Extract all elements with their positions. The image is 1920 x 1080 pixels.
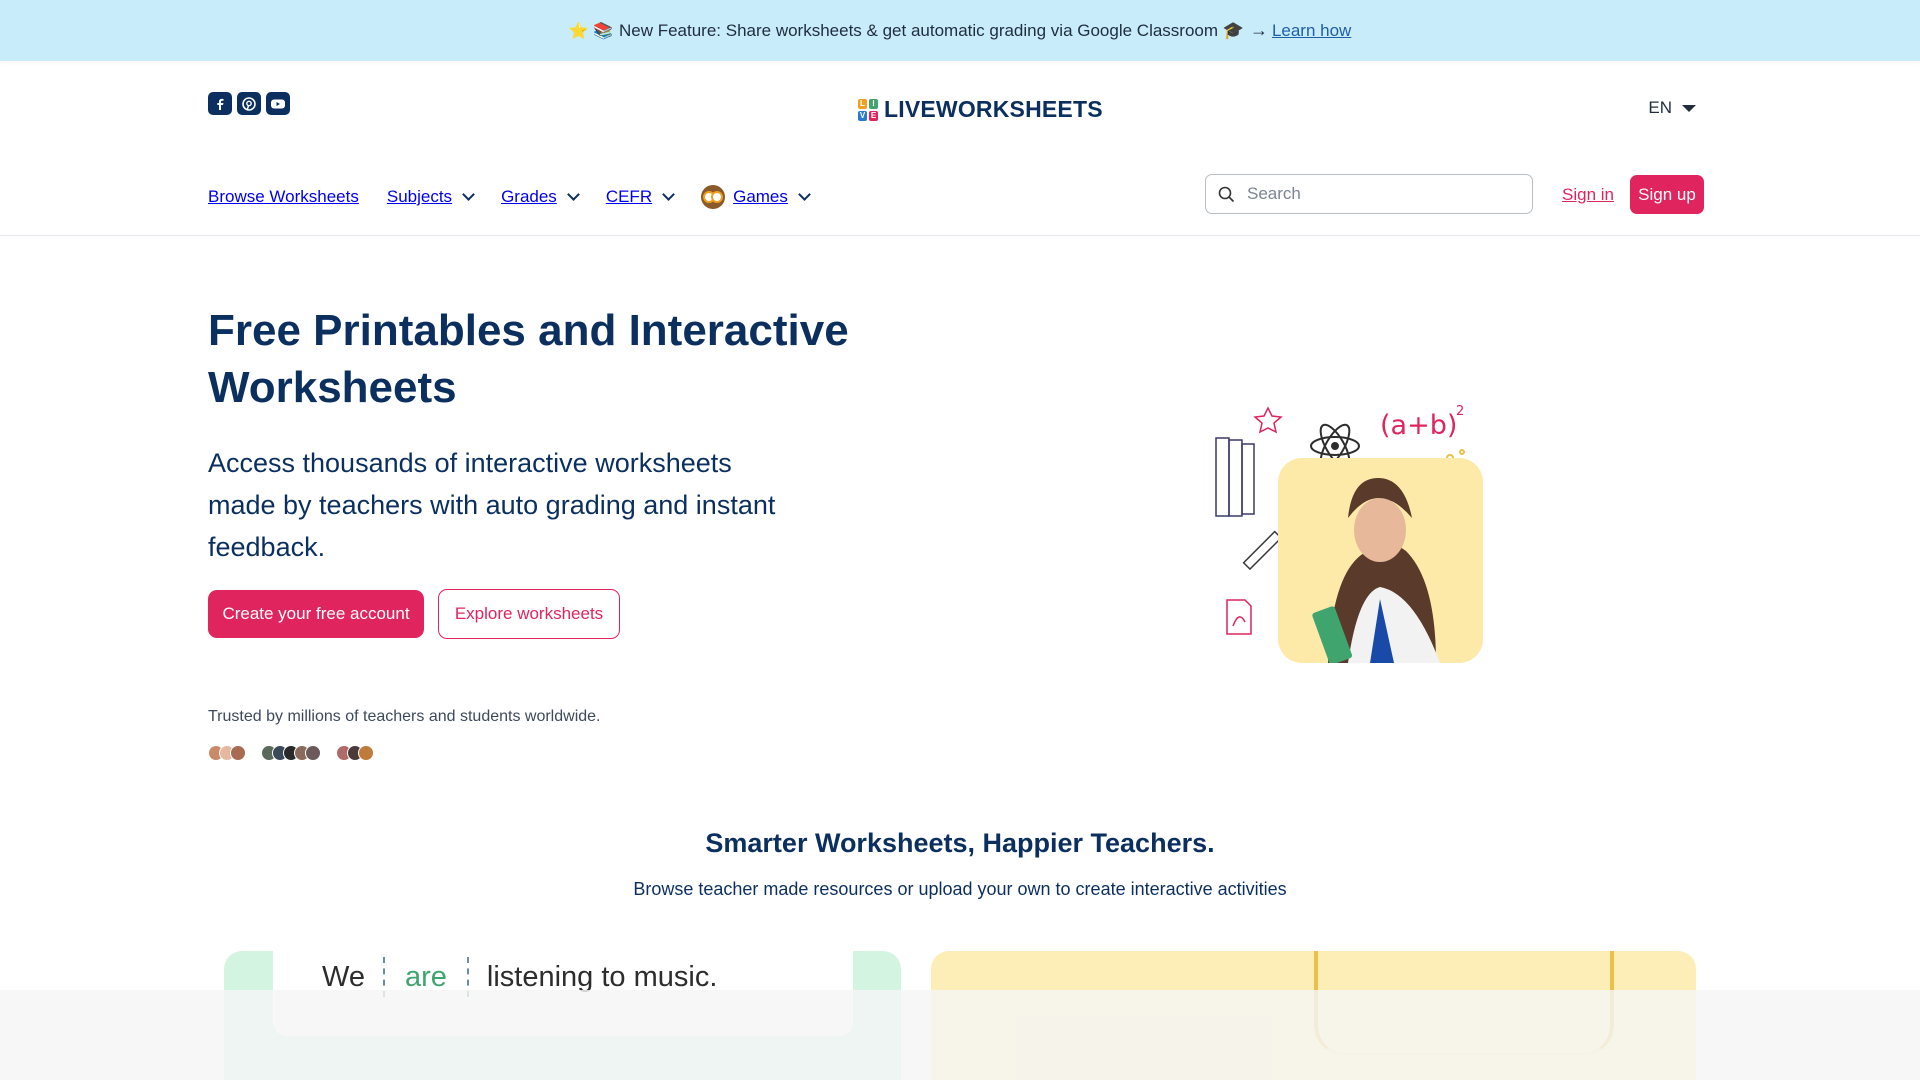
pdf-icon (1226, 599, 1252, 635)
nav-subjects[interactable]: Subjects (387, 187, 475, 207)
facebook-icon[interactable] (208, 92, 232, 115)
hero-illustration: (a+b) 2 (1210, 398, 1483, 663)
sentence-start: We (322, 960, 365, 993)
learn-how-link[interactable]: Learn how (1272, 21, 1351, 41)
banner-text: New Feature: Share worksheets & get auto… (618, 20, 1244, 40)
logo-grid-icon: L I V E (858, 98, 878, 121)
nav-browse-worksheets[interactable]: Browse Worksheets (208, 187, 359, 207)
avatar (230, 745, 246, 761)
pinterest-icon[interactable] (237, 92, 261, 115)
language-label: EN (1648, 98, 1672, 117)
site-logo[interactable]: L I V E LIVEWORKSHEETS (858, 96, 1103, 123)
star-books-icon: ⭐ 📚 (568, 22, 613, 40)
avatar-row (208, 745, 374, 761)
search-icon (1218, 186, 1235, 202)
social-links (208, 92, 290, 115)
create-account-button[interactable]: Create your free account (208, 590, 424, 638)
nav-games[interactable]: Games (701, 185, 811, 209)
avatar-group (336, 745, 374, 761)
formula-exponent: 2 (1456, 404, 1464, 419)
section-title: Smarter Worksheets, Happier Teachers. (705, 828, 1215, 858)
chevron-down-icon (662, 188, 675, 201)
avatar (305, 745, 321, 761)
caret-down-icon (1682, 104, 1696, 112)
bottom-overlay (0, 990, 1920, 1080)
formula-text: (a+b) (1380, 410, 1457, 441)
announcement-banner: ⭐ 📚 New Feature: Share worksheets & get … (0, 0, 1920, 61)
section-subtitle: Browse teacher made resources or upload … (633, 879, 1287, 899)
language-selector[interactable]: EN (1648, 98, 1696, 118)
sign-in-link[interactable]: Sign in (1562, 185, 1614, 205)
youtube-icon[interactable] (266, 92, 290, 115)
owl-icon (701, 185, 726, 209)
hero-title: Free Printables and Interactive Workshee… (208, 306, 849, 412)
nav-cefr[interactable]: CEFR (606, 187, 675, 207)
trusted-text: Trusted by millions of teachers and stud… (208, 708, 601, 725)
teacher-photo (1278, 458, 1483, 663)
sign-up-button[interactable]: Sign up (1630, 175, 1704, 214)
chevron-down-icon (566, 188, 580, 201)
top-header: L I V E LIVEWORKSHEETS EN (208, 92, 1712, 122)
main-nav: Browse Worksheets Subjects Grades CEFR G… (208, 174, 1712, 216)
search-input[interactable] (1247, 184, 1507, 204)
avatar (358, 745, 374, 761)
nav-grades[interactable]: Grades (501, 187, 580, 207)
explore-worksheets-button[interactable]: Explore worksheets (438, 589, 620, 639)
chevron-down-icon (798, 188, 811, 201)
header-divider (0, 235, 1920, 236)
ruler-icon (1242, 530, 1283, 571)
hero-subtitle: Access thousands of interactive workshee… (208, 448, 776, 562)
logo-text: LIVEWORKSHEETS (884, 96, 1103, 122)
chevron-down-icon (462, 188, 475, 201)
star-icon (1253, 406, 1283, 434)
arrow-right-icon: → (1249, 20, 1268, 40)
avatar-group (261, 745, 321, 761)
avatar-group (208, 745, 246, 761)
search-box[interactable] (1205, 174, 1533, 214)
sentence-end: listening to music. (486, 960, 718, 993)
binders-icon (1215, 437, 1255, 517)
